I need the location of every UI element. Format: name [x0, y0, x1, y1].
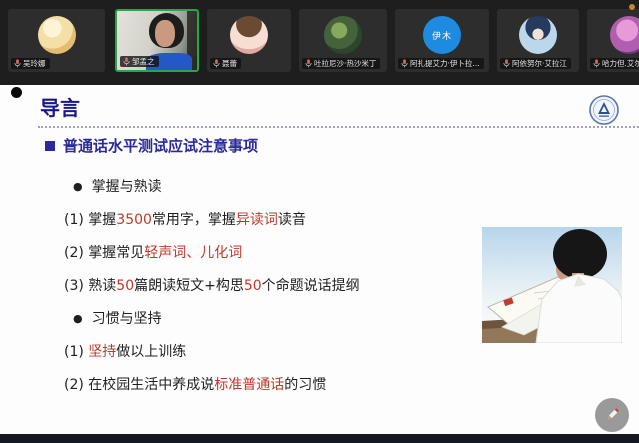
- item-text-segment: 个命题说话提纲: [262, 278, 360, 294]
- mic-icon: [401, 59, 408, 68]
- slide-list-item: (1) 坚持做以上训练: [64, 344, 494, 360]
- participant-name: 吴玲娜: [23, 59, 46, 68]
- participant-name-pill: 吴玲娜: [11, 58, 50, 69]
- slide-heading-row: 普通话水平测试应试注意事项: [45, 135, 258, 156]
- square-bullet-icon: [45, 141, 55, 151]
- item-text-segment: 做以上训练: [116, 344, 186, 360]
- participant-tile[interactable]: 伊木 阿扎提艾力·伊卜拉…: [395, 9, 489, 72]
- slide-marker-dot: [11, 87, 22, 98]
- participant-tile[interactable]: 聂蕾: [207, 9, 291, 72]
- item-text-segment: 常用字，掌握: [152, 212, 236, 228]
- participant-name-pill: 邹孟之: [120, 56, 159, 67]
- slide-heading: 普通话水平测试应试注意事项: [63, 135, 258, 156]
- dotted-divider: [38, 126, 639, 128]
- participant-tile[interactable]: 哈力但.艾尔: [587, 9, 639, 72]
- participant-avatar: [230, 16, 268, 54]
- item-text-segment: (3) 熟读: [64, 278, 116, 294]
- slide-list-item: (1) 掌握3500常用字，掌握异读词读音: [64, 212, 494, 228]
- participant-name: 哈力但.艾尔: [602, 59, 639, 68]
- participant-name: 阿依努尔·艾拉江: [512, 59, 567, 68]
- mic-icon: [305, 59, 312, 68]
- mic-icon: [123, 57, 130, 66]
- participant-name-pill: 吐拉尼沙·热沙米丁: [302, 58, 380, 69]
- item-text-segment: (1): [64, 344, 88, 360]
- slide-title: 导言: [40, 92, 80, 121]
- mic-icon: [593, 59, 600, 68]
- slide-bullet-header: ● 习惯与坚持: [64, 311, 494, 327]
- participant-tile[interactable]: 阿依努尔·艾拉江: [497, 9, 579, 72]
- item-text-segment: 读音: [278, 212, 306, 228]
- participant-avatar: 伊木: [423, 16, 461, 54]
- slide-body: ● 掌握与熟读 (1) 掌握3500常用字，掌握异读词读音 (2) 掌握常见轻声词、儿…: [64, 179, 494, 410]
- item-text-segment: 异读词: [236, 212, 278, 228]
- slide-list-item: (2) 掌握常见轻声词、儿化词: [64, 245, 494, 261]
- participant-name-pill: 哈力但.艾尔: [590, 58, 639, 69]
- participant-avatar: [324, 16, 362, 54]
- participant-strip: 吴玲娜 邹孟之 聂蕾: [0, 0, 639, 85]
- participant-avatar: [610, 16, 639, 54]
- header-text: 习惯与坚持: [92, 311, 162, 327]
- participant-name: 吐拉尼沙·热沙米丁: [314, 59, 376, 68]
- item-text-segment: 标准普通话: [214, 377, 284, 393]
- item-text-segment: 篇朗读短文+构思: [134, 278, 244, 294]
- item-text-segment: 3500: [116, 212, 152, 228]
- participant-name-pill: 阿依努尔·艾拉江: [500, 58, 571, 69]
- item-text-segment: (2) 在校园生活中养成说: [64, 377, 214, 393]
- item-text-segment: (2) 掌握常见: [64, 245, 144, 261]
- notification-dot: [629, 4, 635, 10]
- bullet-dot-icon: ●: [73, 312, 83, 325]
- taskbar-strip: [0, 434, 639, 443]
- reading-person-image: [482, 227, 622, 343]
- participant-tile[interactable]: 吐拉尼沙·热沙米丁: [299, 9, 387, 72]
- slide-list-item: (2) 在校园生活中养成说标准普通话的习惯: [64, 377, 494, 393]
- bullet-dot-icon: ●: [73, 180, 83, 193]
- item-text-segment: 的习惯: [284, 377, 326, 393]
- item-text-segment: 坚持: [88, 344, 116, 360]
- item-text-segment: 50: [244, 278, 262, 294]
- mic-icon: [14, 59, 21, 68]
- mic-icon: [213, 59, 220, 68]
- annotation-pencil-button[interactable]: [595, 398, 629, 432]
- item-text-segment: 轻声词、儿化词: [144, 245, 242, 261]
- shared-slide: 导言 普通话水平测试应试注意事项 ● 掌握与熟读 (1) 掌握3500常用字，掌握异…: [0, 85, 639, 434]
- participant-tile[interactable]: 吴玲娜: [8, 9, 105, 72]
- university-logo-icon: [588, 94, 620, 126]
- slide-list-item: (3) 熟读50篇朗读短文+构思50个命题说话提纲: [64, 278, 494, 294]
- participant-tile[interactable]: 邹孟之: [115, 9, 199, 72]
- participant-name-pill: 聂蕾: [210, 58, 241, 69]
- header-text: 掌握与熟读: [92, 179, 162, 195]
- item-text-segment: 50: [116, 278, 134, 294]
- slide-bullet-header: ● 掌握与熟读: [64, 179, 494, 195]
- pencil-icon: [603, 406, 621, 424]
- participant-name: 聂蕾: [222, 59, 237, 68]
- participant-name: 阿扎提艾力·伊卜拉…: [410, 59, 480, 68]
- participant-name-pill: 阿扎提艾力·伊卜拉…: [398, 58, 484, 69]
- item-text-segment: (1) 掌握: [64, 212, 116, 228]
- participant-avatar: [519, 16, 557, 54]
- meeting-window: 吴玲娜 邹孟之 聂蕾: [0, 0, 639, 443]
- participant-avatar: [38, 16, 76, 54]
- mic-icon: [503, 59, 510, 68]
- participant-name: 邹孟之: [132, 57, 155, 66]
